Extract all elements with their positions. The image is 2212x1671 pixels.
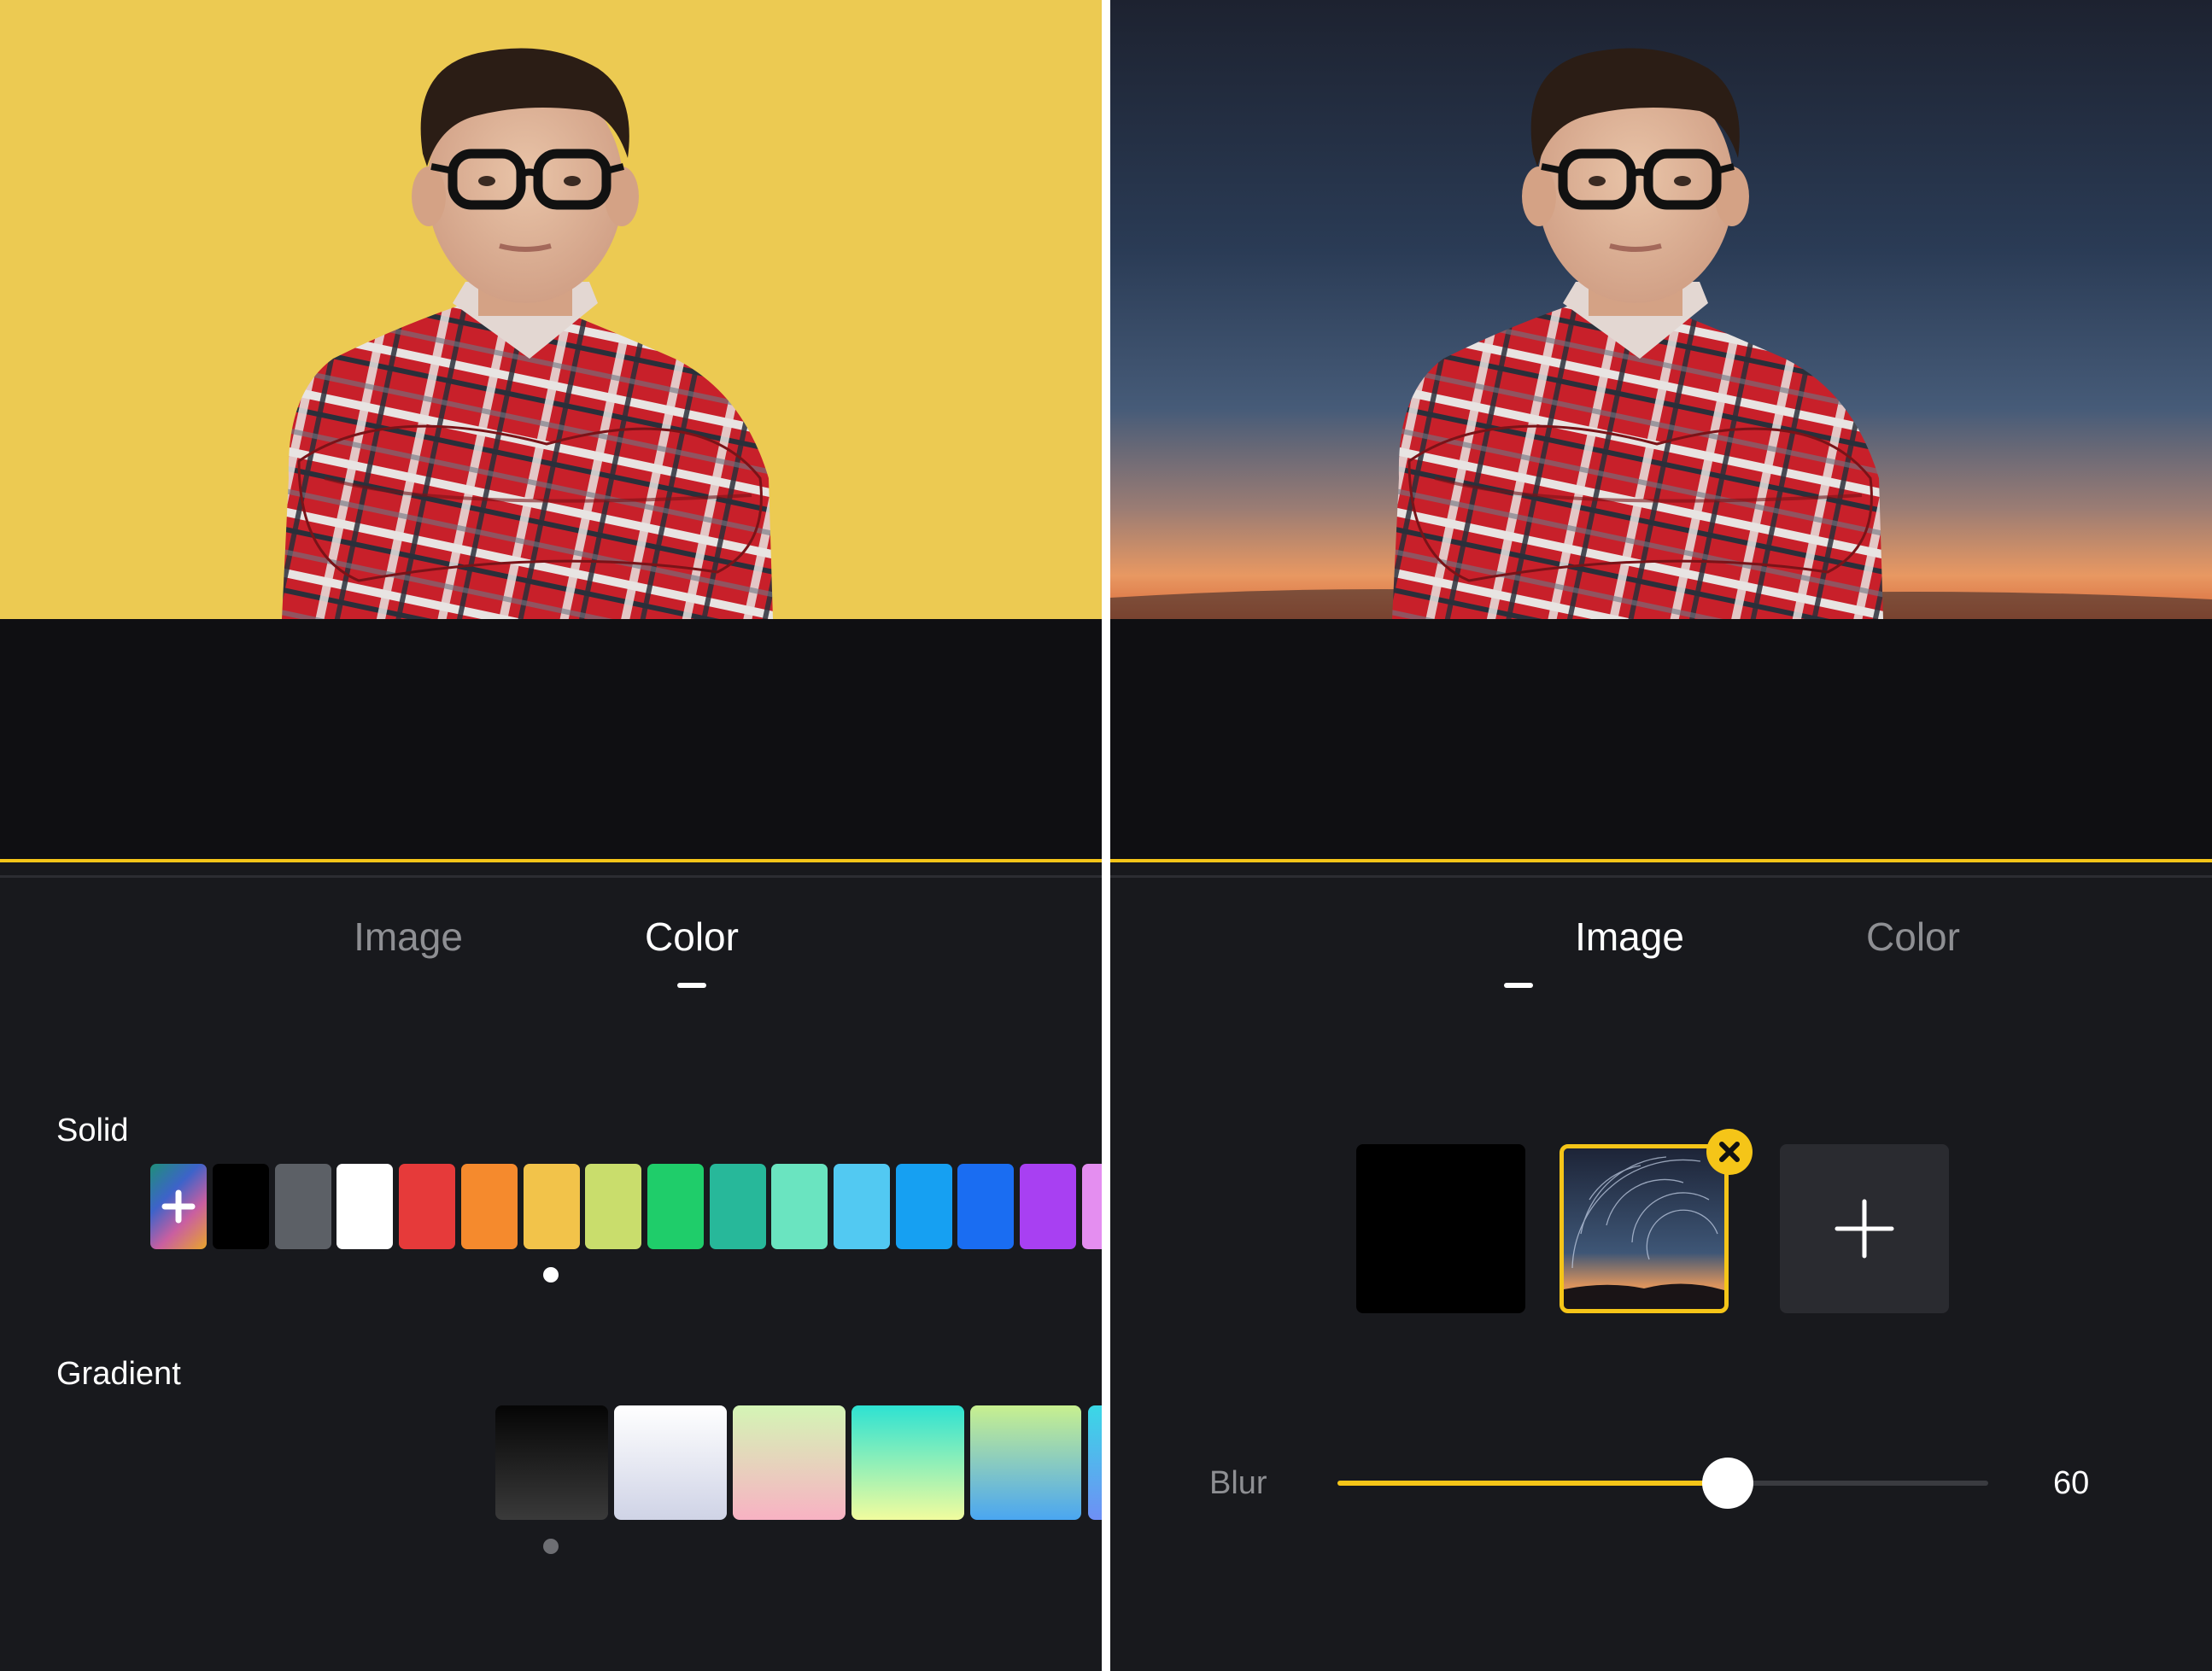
preview-canvas [0,0,1102,619]
blur-slider-fill [1337,1481,1728,1486]
close-icon [1719,1142,1740,1162]
color-swatch[interactable] [896,1164,952,1249]
tab-image[interactable]: Image [1519,914,1741,960]
color-swatch[interactable] [524,1164,580,1249]
blur-slider-thumb[interactable] [1702,1458,1753,1509]
accent-divider [0,859,1102,862]
gradient-swatch-green-pink[interactable] [733,1405,846,1520]
selected-indicator-dot [543,1267,559,1282]
right-panel: Image Color Blur 60 [1110,0,2212,1671]
star-trails-image [1564,1148,1724,1309]
color-swatch[interactable] [399,1164,455,1249]
gradient-swatch-lime-blue[interactable] [970,1405,1081,1520]
person-cutout-image [0,0,1102,619]
solid-label: Solid [56,1113,129,1148]
gradient-swatch-white[interactable] [614,1405,727,1520]
color-swatch[interactable] [710,1164,766,1249]
screenshot-separator [1102,0,1110,1671]
color-swatch[interactable] [275,1164,331,1249]
add-custom-color-button[interactable] [150,1164,207,1249]
color-swatch[interactable] [957,1164,1014,1249]
blur-value: 60 [2053,1465,2090,1501]
plus-icon [161,1189,196,1224]
preview-letterbox [0,619,1102,861]
gradient-swatch-teal-yellow[interactable] [851,1405,964,1520]
color-swatch[interactable] [336,1164,393,1249]
active-tab-indicator [1504,983,1533,988]
divider [1110,875,2212,878]
add-background-image-button[interactable] [1780,1144,1949,1313]
plus-icon [1835,1199,1894,1259]
color-swatch[interactable] [213,1164,269,1249]
active-tab-indicator [677,983,706,988]
divider [0,875,1102,878]
selected-indicator-dot [543,1539,559,1554]
blur-slider[interactable] [1337,1449,1988,1517]
gradient-label: Gradient [56,1356,181,1392]
preview-canvas [1110,0,2212,619]
remove-background-button[interactable] [1706,1129,1753,1175]
person-cutout-image [1110,0,2212,619]
color-swatch[interactable] [585,1164,641,1249]
background-thumbnail-star-trails[interactable] [1560,1144,1729,1313]
preview-letterbox [1110,619,2212,861]
tab-color[interactable]: Color [1802,914,2024,960]
background-thumbnail-black[interactable] [1356,1144,1525,1313]
accent-divider [1110,859,2212,862]
gradient-swatch-black[interactable] [495,1405,608,1520]
gradient-swatch-partial[interactable] [1088,1405,1102,1520]
color-swatch[interactable] [461,1164,518,1249]
color-swatch[interactable] [1082,1164,1102,1249]
color-swatch[interactable] [834,1164,890,1249]
tab-image[interactable]: Image [297,914,519,960]
color-swatch[interactable] [771,1164,828,1249]
left-panel: Image Color Solid Gradient [0,0,1102,1671]
tab-color[interactable]: Color [581,914,803,960]
blur-label: Blur [1209,1465,1267,1501]
color-swatch[interactable] [647,1164,704,1249]
color-swatch[interactable] [1020,1164,1076,1249]
